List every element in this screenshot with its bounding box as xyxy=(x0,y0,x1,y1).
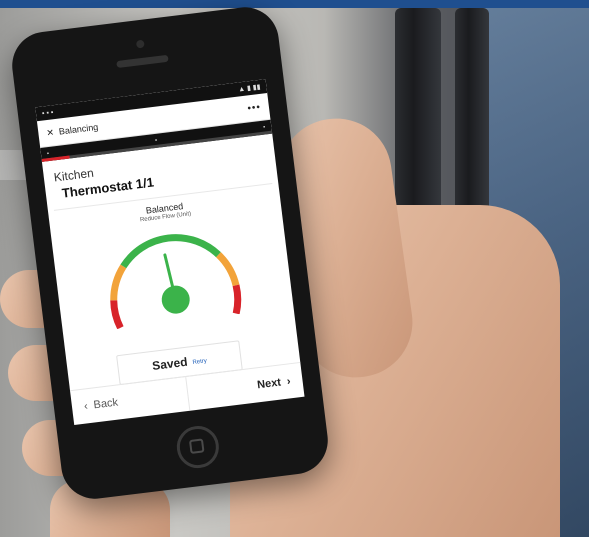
top-frame-bar xyxy=(0,0,589,8)
tracker-mark: ▪ xyxy=(262,124,266,131)
home-button[interactable] xyxy=(174,423,222,471)
smartphone: ▪ ▪ ▪ ▲ ▮ ▮▮ ✕ Balancing ••• ▪ ▪ ▪ Kitch… xyxy=(8,3,332,503)
saved-label: Saved xyxy=(151,354,189,373)
gauge-arc-red-right xyxy=(232,284,242,315)
app-title: Balancing xyxy=(58,121,99,137)
gauge-arc-red-left xyxy=(110,300,124,330)
tracker-mark: ▪ xyxy=(154,137,158,144)
home-square-icon xyxy=(188,438,205,454)
gauge-arc-green xyxy=(120,234,221,269)
gauge-arc-orange-left xyxy=(110,264,127,301)
gauge-arc-orange-right xyxy=(215,252,240,287)
gauge-hub xyxy=(161,285,190,314)
flow-gauge xyxy=(110,234,242,330)
app-screen: ▪ ▪ ▪ ▲ ▮ ▮▮ ✕ Balancing ••• ▪ ▪ ▪ Kitch… xyxy=(35,79,305,425)
close-icon[interactable]: ✕ xyxy=(46,127,55,139)
app-header-left: ✕ Balancing xyxy=(46,121,99,138)
next-label: Next xyxy=(256,376,282,392)
status-icons-right: ▲ ▮ ▮▮ xyxy=(237,83,261,94)
phone-earpiece xyxy=(116,54,169,69)
chevron-left-icon: ‹ xyxy=(83,400,89,413)
tracker-mark: ▪ xyxy=(46,151,50,158)
more-icon[interactable]: ••• xyxy=(247,101,262,114)
status-icons-left: ▪ ▪ ▪ xyxy=(41,108,54,118)
front-camera xyxy=(135,39,145,49)
chevron-right-icon: › xyxy=(286,375,292,388)
back-label: Back xyxy=(92,396,119,412)
back-button[interactable]: ‹ Back xyxy=(70,377,190,425)
retry-link[interactable]: Retry xyxy=(192,358,207,366)
